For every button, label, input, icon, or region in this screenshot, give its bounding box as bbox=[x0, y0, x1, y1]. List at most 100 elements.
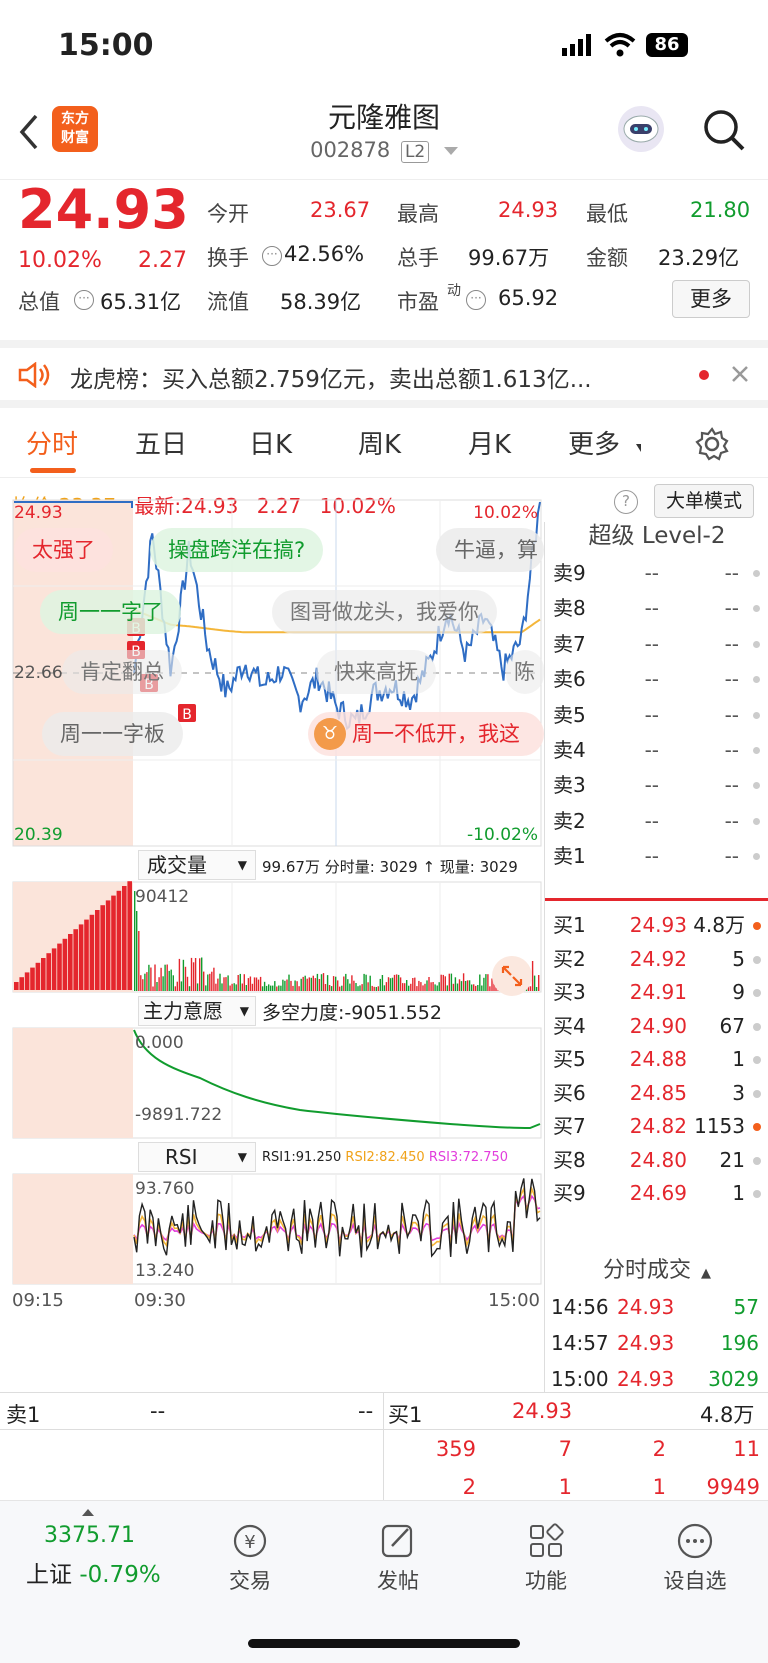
volume-bar bbox=[440, 974, 442, 991]
help-icon[interactable]: ? bbox=[614, 490, 638, 514]
bid-row[interactable]: 买2 24.92 5 bbox=[545, 942, 768, 977]
tab-five-day[interactable]: 五日 bbox=[135, 424, 187, 461]
buy-marker[interactable]: B bbox=[178, 704, 196, 723]
big-order-mode-button[interactable]: 大单模式 bbox=[654, 484, 754, 518]
volume-indicator-menu[interactable]: 成交量 ▼ bbox=[138, 850, 256, 880]
tab-week-k[interactable]: 周K bbox=[358, 424, 401, 461]
mainforce-indicator-menu[interactable]: 主力意愿 ▼ bbox=[138, 996, 256, 1026]
auction-volume-bar bbox=[84, 919, 89, 990]
danmaku-bubble[interactable]: 牛逼，算 bbox=[436, 528, 544, 572]
volume-bar bbox=[341, 985, 343, 991]
info-icon[interactable]: ··· bbox=[466, 290, 486, 310]
volume-bar bbox=[274, 981, 276, 991]
intraday-chart[interactable]: 均价:23.37 最新:24.93 2.27 10.02% ? 大单模式 24.… bbox=[0, 478, 754, 1392]
volume-bar bbox=[201, 957, 203, 991]
danmaku-bubble[interactable]: 太强了 bbox=[14, 528, 113, 572]
ask-row[interactable]: 卖5 -- -- bbox=[545, 698, 768, 733]
trade-list-title-text: 分时成交 bbox=[602, 1258, 691, 1283]
volume-bar bbox=[249, 976, 252, 991]
ask-row[interactable]: 卖6 -- -- bbox=[545, 662, 768, 697]
rsi-indicator-menu[interactable]: RSI ▼ bbox=[138, 1142, 256, 1172]
volume-bar bbox=[265, 985, 268, 991]
volume-bar bbox=[225, 977, 227, 991]
trade-time: 14:57 bbox=[551, 1331, 609, 1355]
info-icon[interactable]: ··· bbox=[262, 246, 282, 266]
bid-volume: 3 bbox=[732, 1080, 745, 1105]
bid-row[interactable]: 买4 24.90 67 bbox=[545, 1009, 768, 1044]
bid-row[interactable]: 买3 24.91 9 bbox=[545, 975, 768, 1010]
bid-level: 买3 bbox=[553, 980, 586, 1004]
volume-bar bbox=[257, 979, 260, 991]
volume-bar bbox=[424, 983, 426, 991]
danmaku-bubble[interactable]: 肯定翻总 bbox=[62, 650, 182, 694]
danmaku-bubble[interactable]: 陈 bbox=[506, 650, 544, 694]
tab-intraday[interactable]: 分时 bbox=[26, 424, 78, 461]
ask-price: -- bbox=[644, 596, 659, 621]
bid-dot bbox=[753, 955, 761, 964]
ask-row[interactable]: 卖2 -- -- bbox=[545, 804, 768, 839]
tab-day-k[interactable]: 日K bbox=[249, 424, 292, 461]
bid-row[interactable]: 买8 24.80 21 bbox=[545, 1143, 768, 1178]
danmaku-bubble[interactable]: 周一一字板 bbox=[42, 712, 183, 756]
bid-row[interactable]: 买6 24.85 3 bbox=[545, 1076, 768, 1111]
tab-month-k[interactable]: 月K bbox=[468, 424, 511, 461]
search-icon[interactable] bbox=[702, 108, 746, 156]
volume-label: 总手 bbox=[397, 246, 439, 270]
volume-bar bbox=[324, 984, 327, 991]
bid-dot bbox=[753, 1123, 761, 1131]
news-banner[interactable]: 龙虎榜：买入总额2.759亿元，卖出总额1.613亿... bbox=[0, 340, 768, 408]
ask-dot bbox=[753, 676, 760, 684]
period-tabs: 分时 五日 日K 周K 月K 更多 bbox=[0, 408, 768, 478]
tab-trade[interactable]: ¥ 交易 bbox=[208, 1521, 292, 1595]
close-icon[interactable] bbox=[730, 364, 750, 388]
index-value[interactable]: 3375.71 bbox=[44, 1523, 135, 1548]
index-widget[interactable]: 上证 -0.79% bbox=[26, 1555, 161, 1589]
bid-row[interactable]: 买7 24.82 1153 bbox=[545, 1109, 768, 1144]
danmaku-bubble[interactable]: 周一一字了 bbox=[40, 590, 181, 634]
bid-level: 买2 bbox=[553, 946, 586, 971]
tab-more[interactable]: 更多 bbox=[568, 424, 620, 461]
danmaku-bubble[interactable]: 操盘跨洋在搞? bbox=[150, 528, 324, 572]
volume-bar bbox=[381, 975, 384, 991]
bid-dot bbox=[753, 922, 761, 930]
queue-cell: 1 bbox=[652, 1475, 666, 1499]
ask-dot bbox=[753, 853, 760, 861]
volume-bar bbox=[377, 986, 379, 991]
bid-volume: 1 bbox=[732, 1181, 745, 1205]
bid-row[interactable]: 买5 24.88 1 bbox=[545, 1042, 768, 1077]
volume-bar bbox=[446, 985, 448, 991]
volume-bar bbox=[452, 983, 455, 991]
volume-bar bbox=[162, 976, 164, 991]
ask-row[interactable]: 卖7 -- -- bbox=[545, 627, 768, 662]
ask-row[interactable]: 卖4 -- -- bbox=[545, 733, 768, 768]
ask-row[interactable]: 卖8 -- -- bbox=[545, 591, 768, 626]
danmaku-bubble[interactable]: 快来高抚 bbox=[316, 650, 436, 694]
trade-list-title[interactable]: 分时成交 ▲ bbox=[545, 1252, 768, 1284]
volume-info: 99.67万 分时量: 3029 ↑ 现量: 3029 bbox=[262, 856, 518, 877]
ask-row[interactable]: 卖9 -- -- bbox=[545, 556, 768, 591]
expand-icon[interactable] bbox=[492, 956, 532, 996]
tab-add-watchlist[interactable]: 设自选 bbox=[650, 1521, 740, 1595]
tab-post[interactable]: 发帖 bbox=[356, 1521, 440, 1595]
ask-row[interactable]: 卖3 -- -- bbox=[545, 768, 768, 803]
volume-bar bbox=[253, 977, 256, 991]
volume-bar bbox=[298, 986, 300, 991]
turnover-label: 换手 bbox=[207, 246, 249, 270]
robot-assistant-icon[interactable] bbox=[618, 106, 664, 152]
clock: 15:00 bbox=[58, 28, 154, 63]
danmaku-bubble[interactable]: 图哥做龙头，我爱你 bbox=[272, 590, 497, 634]
tab-functions[interactable]: 功能 bbox=[504, 1521, 588, 1595]
volume-bar bbox=[367, 982, 369, 991]
bid-price: 24.93 bbox=[629, 913, 687, 937]
settings-icon[interactable] bbox=[694, 426, 730, 466]
more-button[interactable]: 更多 bbox=[672, 280, 750, 318]
info-icon[interactable]: ··· bbox=[74, 290, 94, 310]
bid-row[interactable]: 买9 24.69 1 bbox=[545, 1176, 768, 1211]
auction-volume-bar bbox=[100, 905, 105, 990]
ask-volume: -- bbox=[724, 844, 739, 869]
volume-bar bbox=[397, 974, 400, 991]
time-start-label: 09:30 bbox=[134, 1290, 186, 1311]
bid-row[interactable]: 买1 24.93 4.8万 bbox=[545, 908, 768, 943]
ask-row[interactable]: 卖1 -- -- bbox=[545, 839, 768, 874]
volume-bar bbox=[170, 969, 172, 991]
